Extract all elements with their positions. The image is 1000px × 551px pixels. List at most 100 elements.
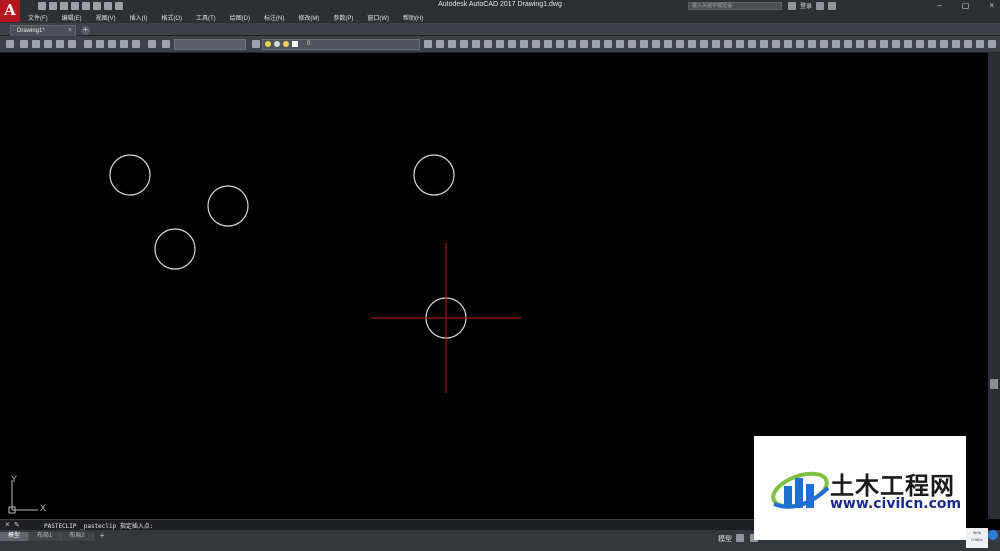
toolbar-icon[interactable]: [448, 40, 456, 48]
toolbar-button-8[interactable]: [108, 40, 116, 48]
close-icon[interactable]: ×: [989, 1, 994, 10]
add-layout-button[interactable]: +: [94, 532, 111, 541]
new-tab-button[interactable]: +: [81, 26, 90, 35]
menu-format[interactable]: 格式(O): [161, 13, 182, 22]
toolbar-icon[interactable]: [700, 40, 708, 48]
toolbar-icon[interactable]: [628, 40, 636, 48]
menu-window[interactable]: 窗口(W): [367, 13, 389, 22]
exchange-icon[interactable]: [816, 1, 825, 10]
toolbar-icon[interactable]: [676, 40, 684, 48]
toolbar-icon[interactable]: [496, 40, 504, 48]
toolbar-icon[interactable]: [784, 40, 792, 48]
toolbar-icon[interactable]: [652, 40, 660, 48]
toolbar-icon[interactable]: [940, 40, 948, 48]
toolbar-icon[interactable]: [508, 40, 516, 48]
minimize-icon[interactable]: –: [937, 1, 941, 10]
toolbar-icon[interactable]: [856, 40, 864, 48]
toolbar-icon[interactable]: [964, 40, 972, 48]
toolbar-icon[interactable]: [736, 40, 744, 48]
toolbar-button-5[interactable]: [68, 40, 76, 48]
model-space-button[interactable]: 模型: [718, 534, 732, 544]
toolbar-icon[interactable]: [820, 40, 828, 48]
toolbar-icon[interactable]: [532, 40, 540, 48]
toolbar-icon[interactable]: [712, 40, 720, 48]
search-input[interactable]: 键入关键字或短语: [688, 2, 782, 10]
toolbar-icon[interactable]: [568, 40, 576, 48]
menu-insert[interactable]: 插入(I): [130, 13, 148, 22]
toolbar-icon[interactable]: [772, 40, 780, 48]
toolbar-button-11[interactable]: [148, 40, 156, 48]
toolbar-icon[interactable]: [556, 40, 564, 48]
scrollbar-thumb[interactable]: [990, 379, 998, 389]
color-swatch-icon[interactable]: [292, 41, 298, 47]
toolbar-button-4[interactable]: [56, 40, 64, 48]
toolbar-button-7[interactable]: [96, 40, 104, 48]
help-icon[interactable]: [828, 1, 837, 10]
toolbar-icon[interactable]: [844, 40, 852, 48]
toolbar-icon[interactable]: [988, 40, 996, 48]
close-icon[interactable]: ×: [5, 520, 10, 529]
toolbar-icon[interactable]: [796, 40, 804, 48]
circle-entity-2[interactable]: [207, 185, 249, 227]
menu-edit[interactable]: 编辑(E): [62, 13, 82, 22]
tab-layout2[interactable]: 布局2: [61, 532, 94, 541]
maximize-icon[interactable]: ▢: [962, 1, 970, 10]
menu-parametric[interactable]: 参数(P): [333, 13, 353, 22]
toolbar-icon[interactable]: [808, 40, 816, 48]
toolbar-icon[interactable]: [892, 40, 900, 48]
toolbar-button-10[interactable]: [132, 40, 140, 48]
toolbar-icon[interactable]: [460, 40, 468, 48]
network-ball-icon[interactable]: [988, 530, 998, 540]
toolbar-icon[interactable]: [544, 40, 552, 48]
toolbar-icon[interactable]: [520, 40, 528, 48]
wrench-icon[interactable]: ✎: [14, 521, 20, 529]
menu-dimension[interactable]: 标注(N): [264, 13, 284, 22]
toolbar-button-6[interactable]: [84, 40, 92, 48]
toolbar-icon[interactable]: [580, 40, 588, 48]
toolbar-icon[interactable]: [832, 40, 840, 48]
toolbar-icon[interactable]: [472, 40, 480, 48]
workspace-icon[interactable]: [6, 40, 14, 48]
menu-draw[interactable]: 绘图(D): [230, 13, 250, 22]
toolbar-icon[interactable]: [592, 40, 600, 48]
toolbar-icon[interactable]: [868, 40, 876, 48]
toolbar-icon[interactable]: [436, 40, 444, 48]
toolbar-icon[interactable]: [688, 40, 696, 48]
toolbar-button-9[interactable]: [120, 40, 128, 48]
workspace-dropdown[interactable]: [174, 39, 246, 50]
circle-entity-4[interactable]: [413, 154, 455, 196]
autocad-app-menu-icon[interactable]: A: [0, 0, 20, 22]
toolbar-icon[interactable]: [880, 40, 888, 48]
toolbar-icon[interactable]: [484, 40, 492, 48]
menu-help[interactable]: 帮助(H): [403, 13, 423, 22]
sun-icon[interactable]: [274, 41, 280, 47]
command-line[interactable]: × ✎ PASTECLIP _pasteclip 指定插入点:: [0, 519, 760, 530]
toolbar-icon[interactable]: [904, 40, 912, 48]
tab-model[interactable]: 模型: [0, 532, 30, 541]
layer-properties-icon[interactable]: [252, 40, 260, 48]
circle-entity-3[interactable]: [154, 228, 196, 270]
toolbar-icon[interactable]: [640, 40, 648, 48]
toolbar-icon[interactable]: [928, 40, 936, 48]
toolbar-icon[interactable]: [664, 40, 672, 48]
toolbar-icon[interactable]: [976, 40, 984, 48]
lock-icon[interactable]: [283, 41, 289, 47]
toolbar-icon[interactable]: [604, 40, 612, 48]
toolbar-button-1[interactable]: [20, 40, 28, 48]
toolbar-icon[interactable]: [616, 40, 624, 48]
circle-entity-1[interactable]: [109, 154, 151, 196]
menu-tools[interactable]: 工具(T): [196, 13, 216, 22]
toolbar-icon[interactable]: [724, 40, 732, 48]
toolbar-button-12[interactable]: [162, 40, 170, 48]
menu-file[interactable]: 文件(F): [28, 13, 48, 22]
grid-icon[interactable]: [736, 534, 744, 542]
vertical-scrollbar[interactable]: [988, 53, 1000, 519]
toolbar-icon[interactable]: [760, 40, 768, 48]
toolbar-icon[interactable]: [424, 40, 432, 48]
toolbar-icon[interactable]: [952, 40, 960, 48]
tab-close-icon[interactable]: ×: [68, 26, 72, 36]
lightbulb-icon[interactable]: [265, 41, 271, 47]
tab-drawing1[interactable]: Drawing1* ×: [10, 25, 76, 36]
login-button[interactable]: 登录: [800, 1, 812, 10]
toolbar-icon[interactable]: [748, 40, 756, 48]
